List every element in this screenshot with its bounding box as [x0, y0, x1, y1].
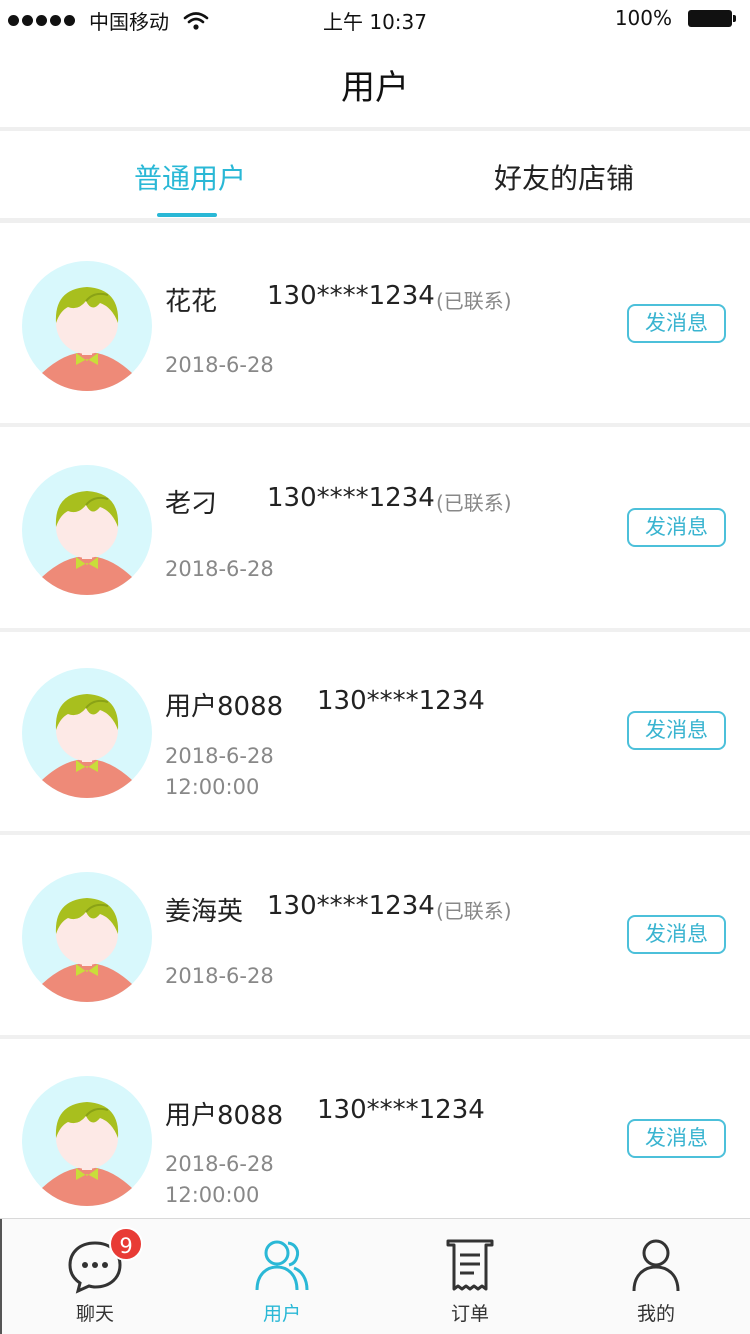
status-bar: 中国移动 上午 10:37 100% — [0, 0, 750, 40]
send-message-button[interactable]: 发消息 — [627, 915, 726, 954]
contact-status: (已联系) — [436, 289, 512, 313]
tabbar-label: 用户 — [262, 1303, 301, 1325]
user-name: 姜海英 — [165, 897, 244, 927]
user-name: 花花 — [165, 287, 218, 317]
user-phone: 130****1234 — [267, 483, 435, 513]
person-icon — [626, 1235, 686, 1295]
avatar — [22, 668, 152, 798]
list-item[interactable]: 用户8088 130****1234 2018-6-28 12:00:00 发消… — [0, 1039, 750, 1239]
list-item[interactable]: 花花 130****1234 (已联系) 2018-6-28 发消息 — [0, 223, 750, 423]
tab-friend-shops[interactable]: 好友的店铺 — [494, 157, 634, 197]
user-time: 12:00:00 — [165, 1183, 260, 1207]
user-date: 2018-6-28 — [165, 557, 274, 581]
avatar — [22, 465, 152, 595]
user-name: 用户8088 — [165, 692, 284, 722]
page-title: 用户 — [341, 68, 409, 108]
tabbar-item-orders[interactable]: 订单 — [410, 1219, 530, 1334]
battery-icon — [688, 8, 736, 28]
battery-percent: 100% — [614, 6, 672, 30]
user-date: 2018-6-28 — [165, 353, 274, 377]
tabbar-item-chat[interactable]: 9 聊天 — [35, 1219, 155, 1334]
user-phone: 130****1234 — [267, 281, 435, 311]
tabbar-label: 我的 — [636, 1303, 675, 1325]
send-message-button[interactable]: 发消息 — [627, 711, 726, 750]
segment-tabs: 普通用户 好友的店铺 — [0, 131, 750, 219]
users-icon — [252, 1235, 312, 1295]
receipt-icon — [440, 1235, 500, 1295]
avatar — [22, 872, 152, 1002]
status-right: 100% — [615, 6, 736, 30]
tabbar-label: 聊天 — [75, 1303, 114, 1325]
tabbar-edge — [0, 1219, 2, 1334]
bottom-tab-bar: 9 聊天 用户 订单 我的 — [0, 1218, 750, 1334]
avatar — [22, 1076, 152, 1206]
send-message-button[interactable]: 发消息 — [627, 1119, 726, 1158]
send-message-button[interactable]: 发消息 — [627, 508, 726, 547]
user-time: 12:00:00 — [165, 775, 260, 799]
tab-active-indicator — [157, 213, 217, 217]
tab-common-users[interactable]: 普通用户 — [134, 157, 246, 197]
tabbar-item-me[interactable]: 我的 — [596, 1219, 716, 1334]
user-phone: 130****1234 — [317, 1095, 485, 1125]
send-message-button[interactable]: 发消息 — [627, 304, 726, 343]
user-phone: 130****1234 — [317, 686, 485, 716]
contact-status: (已联系) — [436, 491, 512, 515]
user-name: 用户8088 — [165, 1101, 284, 1131]
user-date: 2018-6-28 — [165, 744, 274, 768]
contact-status: (已联系) — [436, 899, 512, 923]
user-phone: 130****1234 — [267, 891, 435, 921]
avatar — [22, 261, 152, 391]
list-item[interactable]: 姜海英 130****1234 (已联系) 2018-6-28 发消息 — [0, 835, 750, 1035]
unread-badge: 9 — [109, 1227, 143, 1261]
user-date: 2018-6-28 — [165, 1152, 274, 1176]
list-item[interactable]: 用户8088 130****1234 2018-6-28 12:00:00 发消… — [0, 632, 750, 832]
tabbar-label: 订单 — [450, 1303, 489, 1325]
tabbar-item-users[interactable]: 用户 — [222, 1219, 342, 1334]
user-name: 老刁 — [165, 489, 218, 519]
user-date: 2018-6-28 — [165, 964, 274, 988]
list-item[interactable]: 老刁 130****1234 (已联系) 2018-6-28 发消息 — [0, 427, 750, 627]
